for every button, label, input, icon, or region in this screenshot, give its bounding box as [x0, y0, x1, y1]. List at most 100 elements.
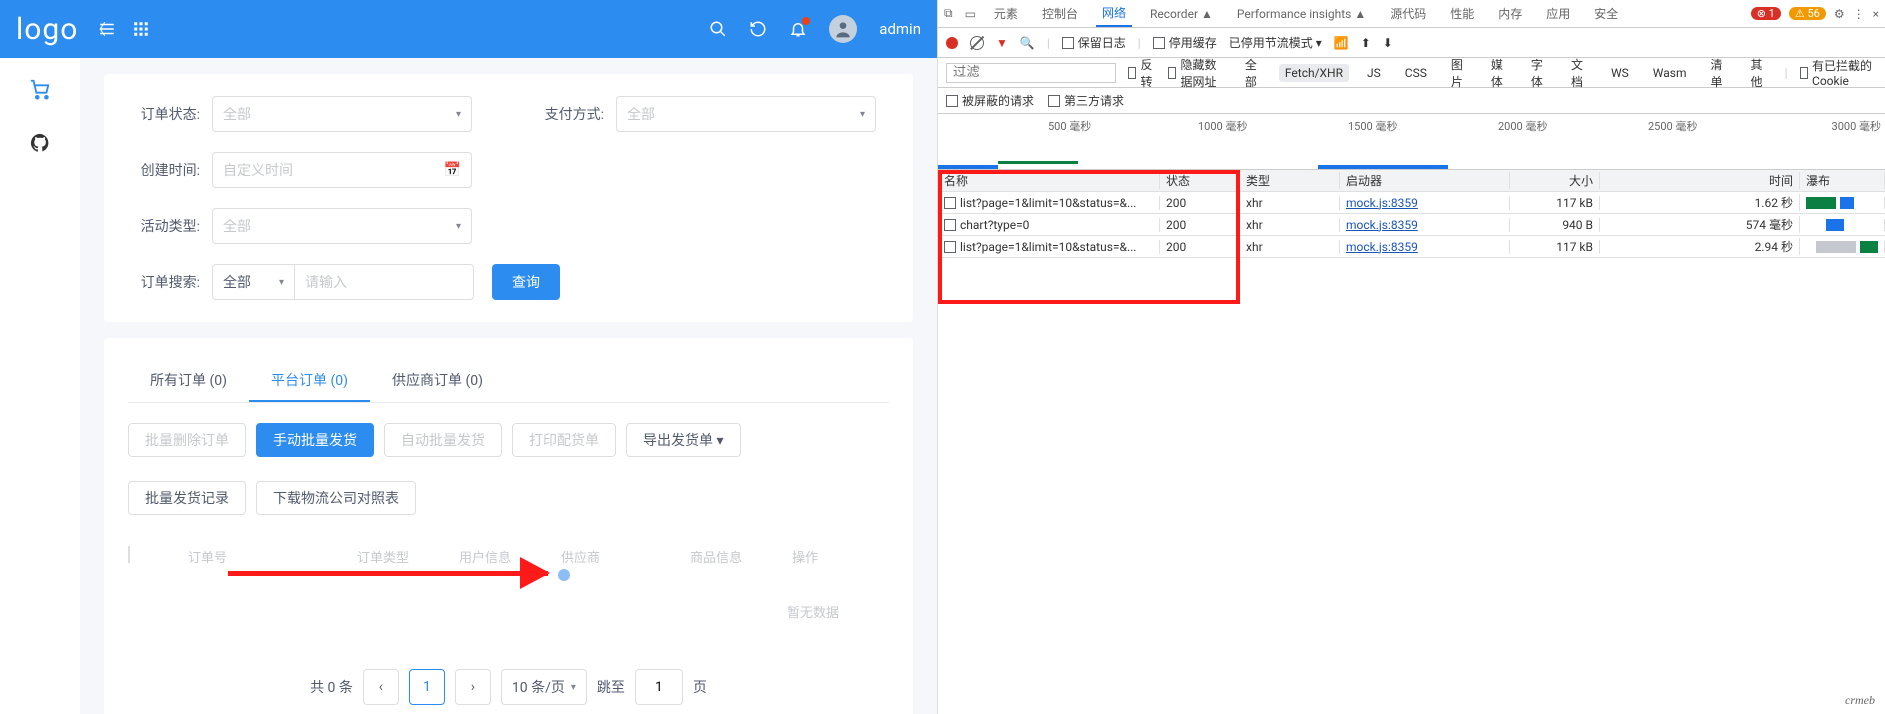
order-status-select[interactable]: 全部▾: [212, 96, 472, 132]
dt-tab-security[interactable]: 安全: [1588, 1, 1624, 26]
dt-more-icon[interactable]: ⋮: [1853, 7, 1865, 21]
menu-collapse-icon[interactable]: [98, 20, 116, 38]
dt-filter-icon[interactable]: ▼: [996, 36, 1008, 50]
dt-type-manifest[interactable]: 清单: [1705, 54, 1733, 92]
export-ship-button[interactable]: 导出发货单 ▾: [626, 423, 741, 457]
dt-blocked-requests[interactable]: 被屏蔽的请求: [946, 92, 1034, 109]
dt-settings-icon[interactable]: ⚙: [1834, 7, 1845, 21]
dt-type-ws[interactable]: WS: [1605, 64, 1635, 82]
username-label[interactable]: admin: [879, 20, 921, 38]
col-init[interactable]: 启动器: [1340, 172, 1510, 189]
dt-type-doc[interactable]: 文档: [1565, 54, 1593, 92]
auto-ship-button[interactable]: 自动批量发货: [384, 423, 502, 457]
dt-third-party[interactable]: 第三方请求: [1048, 92, 1124, 109]
dt-disable-cache[interactable]: 停用缓存: [1153, 34, 1217, 51]
dt-timeline[interactable]: 500 毫秒 1000 毫秒 1500 毫秒 2000 毫秒 2500 毫秒 3…: [938, 114, 1885, 170]
tab-all-orders[interactable]: 所有订单 (0): [128, 360, 249, 402]
apps-grid-icon[interactable]: [132, 20, 150, 38]
dt-tab-memory[interactable]: 内存: [1492, 1, 1528, 26]
dt-type-wasm[interactable]: Wasm: [1647, 64, 1693, 82]
dt-type-img[interactable]: 图片: [1445, 54, 1473, 92]
download-logistics-button[interactable]: 下载物流公司对照表: [256, 481, 416, 515]
dt-preserve-log[interactable]: 保留日志: [1062, 34, 1126, 51]
notification-icon[interactable]: [789, 20, 807, 38]
dt-blocked-cookies[interactable]: 有已拦截的 Cookie: [1800, 57, 1877, 88]
dt-error-badge[interactable]: ⊗ 1: [1751, 7, 1781, 20]
dt-wifi-icon[interactable]: 📶: [1334, 36, 1349, 50]
query-button[interactable]: 查询: [492, 264, 560, 300]
refresh-icon[interactable]: [749, 20, 767, 38]
dt-search-icon[interactable]: 🔍: [1020, 36, 1035, 50]
th-supplier: 供应商: [561, 547, 600, 566]
activity-type-select[interactable]: 全部▾: [212, 208, 472, 244]
dt-invert[interactable]: 反转: [1128, 56, 1156, 90]
calendar-icon: 📅: [444, 162, 461, 178]
table-area: 订单号 订单类型 用户信息 供应商 商品信息 操作 暂无数据: [128, 539, 889, 639]
dt-device-icon[interactable]: ▭: [965, 7, 976, 21]
dt-type-font[interactable]: 字体: [1525, 54, 1553, 92]
pagination: 共 0 条 ‹ 1 › 10 条/页▾ 跳至 页: [128, 669, 889, 705]
pg-prev[interactable]: ‹: [363, 669, 399, 705]
create-time-picker[interactable]: 自定义时间📅: [212, 152, 472, 188]
manual-ship-button[interactable]: 手动批量发货: [256, 423, 374, 457]
col-waterfall[interactable]: 瀑布: [1800, 172, 1885, 189]
pg-page-1[interactable]: 1: [409, 669, 445, 705]
dt-clear-icon[interactable]: [970, 36, 984, 50]
dt-download-icon[interactable]: ⬇: [1383, 36, 1393, 50]
tick-2000: 2000 毫秒: [1498, 118, 1547, 134]
notification-dot: [802, 17, 810, 25]
dt-throttle-select[interactable]: 已停用节流模式 ▾: [1229, 34, 1322, 51]
dt-type-other[interactable]: 其他: [1745, 54, 1773, 92]
pg-next[interactable]: ›: [455, 669, 491, 705]
dt-tab-performance[interactable]: 性能: [1444, 1, 1480, 26]
dt-type-css[interactable]: CSS: [1399, 64, 1433, 82]
tick-1500: 1500 毫秒: [1348, 118, 1397, 134]
dt-tabbar: ⧉ ▭ 元素 控制台 网络 Recorder ▲ Performance ins…: [938, 0, 1885, 28]
request-row[interactable]: chart?type=0 200 xhr mock.js:8359 940 B …: [938, 214, 1885, 236]
dt-type-js[interactable]: JS: [1361, 64, 1387, 82]
batch-delete-button[interactable]: 批量删除订单: [128, 423, 246, 457]
dt-tab-recorder[interactable]: Recorder ▲: [1144, 3, 1219, 25]
col-type[interactable]: 类型: [1240, 172, 1340, 189]
dt-inspect-icon[interactable]: ⧉: [944, 6, 953, 21]
cart-icon[interactable]: [29, 78, 51, 100]
dt-upload-icon[interactable]: ⬆: [1361, 36, 1371, 50]
pg-size-select[interactable]: 10 条/页▾: [501, 669, 587, 705]
print-picklist-button[interactable]: 打印配货单: [512, 423, 616, 457]
dt-type-fetch[interactable]: Fetch/XHR: [1279, 64, 1349, 82]
search-icon[interactable]: [709, 20, 727, 38]
dt-filter-input[interactable]: [946, 63, 1116, 83]
dt-record-icon[interactable]: [946, 37, 958, 49]
dt-tab-console[interactable]: 控制台: [1036, 1, 1084, 26]
th-order-no: 订单号: [188, 547, 227, 566]
col-time[interactable]: 时间: [1600, 172, 1800, 189]
tab-supplier-orders[interactable]: 供应商订单 (0): [370, 360, 505, 402]
dt-tab-perfinsights[interactable]: Performance insights ▲: [1231, 3, 1372, 25]
pay-method-select[interactable]: 全部▾: [616, 96, 876, 132]
chevron-down-icon: ▾: [456, 109, 461, 120]
dt-close-icon[interactable]: ×: [1873, 7, 1879, 21]
dt-tab-application[interactable]: 应用: [1540, 1, 1576, 26]
col-name[interactable]: 名称: [938, 172, 1160, 189]
col-status[interactable]: 状态: [1160, 172, 1240, 189]
th-product-info: 商品信息: [690, 547, 742, 566]
ship-records-button[interactable]: 批量发货记录: [128, 481, 246, 515]
dt-tab-elements[interactable]: 元素: [988, 1, 1024, 26]
col-size[interactable]: 大小: [1510, 172, 1600, 189]
search-type-select[interactable]: 全部▾: [212, 264, 294, 300]
request-row[interactable]: list?page=1&limit=10&status=&... 200 xhr…: [938, 192, 1885, 214]
dt-hide-dataurl[interactable]: 隐藏数据网址: [1168, 56, 1227, 90]
dt-type-all[interactable]: 全部: [1239, 54, 1267, 92]
avatar[interactable]: [829, 15, 857, 43]
pg-page-suffix: 页: [693, 677, 707, 697]
github-icon[interactable]: [29, 132, 51, 154]
dt-tab-network[interactable]: 网络: [1096, 0, 1132, 27]
pg-goto-input[interactable]: [635, 669, 683, 705]
dt-type-media[interactable]: 媒体: [1485, 54, 1513, 92]
dt-tab-sources[interactable]: 源代码: [1384, 1, 1432, 26]
dt-warn-badge[interactable]: ⚠ 56: [1789, 7, 1826, 20]
th-checkbox[interactable]: [128, 547, 168, 566]
request-row[interactable]: list?page=1&limit=10&status=&... 200 xhr…: [938, 236, 1885, 258]
search-input[interactable]: 请输入: [294, 264, 474, 300]
tab-platform-orders[interactable]: 平台订单 (0): [249, 360, 370, 402]
